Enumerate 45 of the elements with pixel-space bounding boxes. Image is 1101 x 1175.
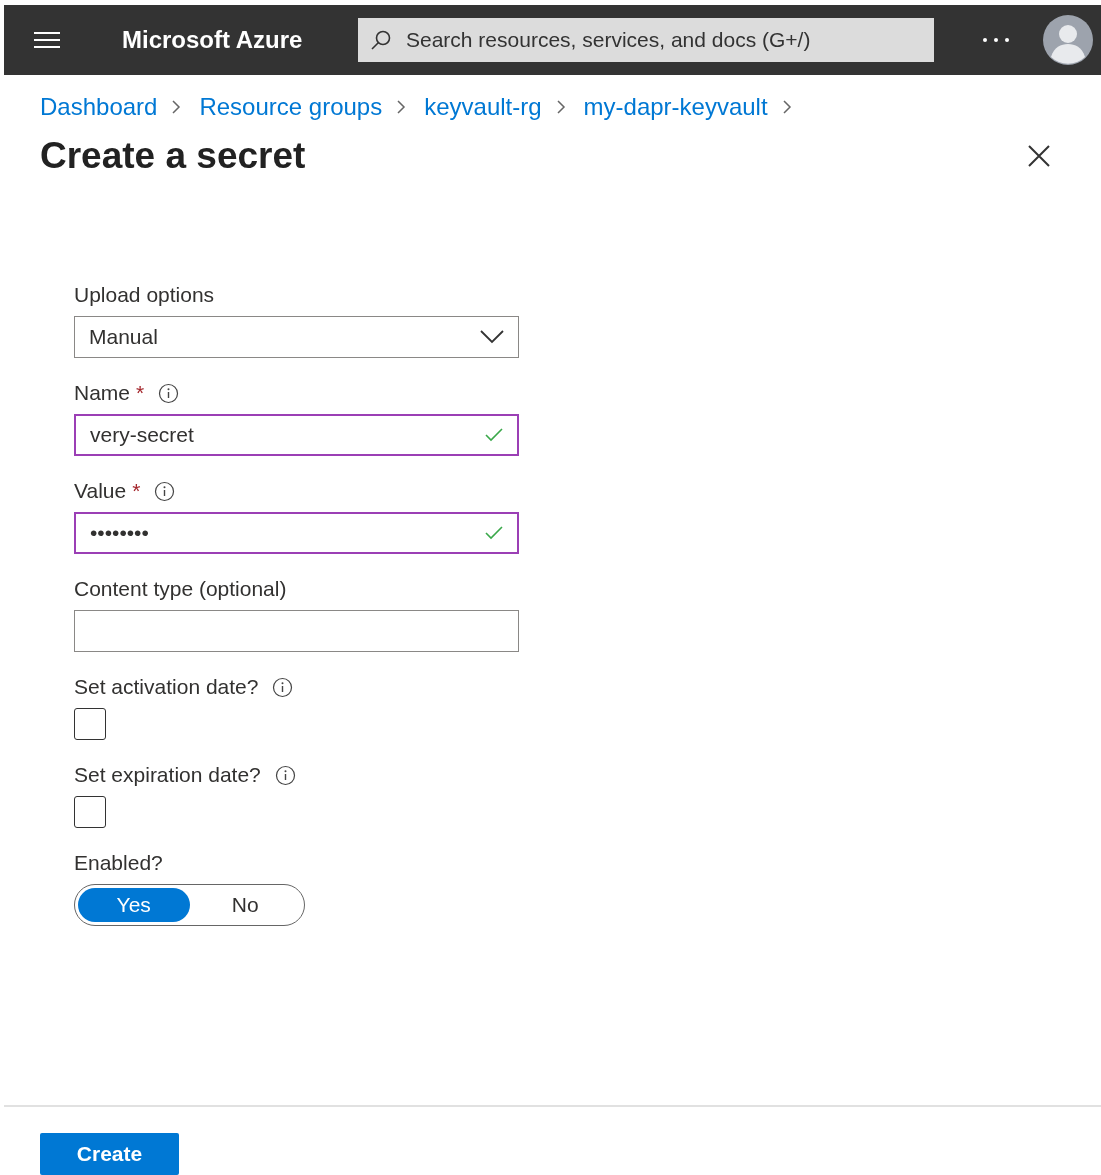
menu-icon[interactable] [34,31,60,49]
input-field[interactable]: very-secret [74,414,519,456]
more-icon[interactable] [982,37,1010,43]
app-title[interactable]: Microsoft Azure [122,26,358,54]
breadcrumb-link[interactable]: Dashboard [40,93,158,121]
dropdown[interactable]: Manual [74,316,519,358]
create-button[interactable]: Create [40,1133,179,1175]
avatar-icon[interactable] [1043,15,1093,65]
toggle-option[interactable]: No [189,888,301,922]
page-title: Create a secret [40,135,306,177]
field-label: Set expiration date? [74,763,261,787]
search-field[interactable]: Search resources, services, and docs (G+/) [358,18,934,62]
checkbox[interactable] [74,796,106,828]
required-mark: * [132,479,141,503]
field-label: Set activation date? [74,675,259,699]
chevron-down-icon [480,330,504,344]
field-value: •••••••• [90,521,149,545]
checkmark-icon [485,428,503,442]
info-icon[interactable] [154,480,176,502]
search-placeholder: Search resources, services, and docs (G+/) [406,28,811,52]
required-mark: * [136,381,145,405]
search-icon [370,29,392,51]
input-field[interactable] [74,610,519,652]
info-icon[interactable] [274,764,296,786]
field-label: Name [74,381,131,405]
breadcrumb-link[interactable]: keyvault-rg [424,93,542,121]
field-label: Upload options [74,283,215,307]
toggle-option[interactable]: Yes [78,888,190,922]
dropdown-value: Manual [89,325,158,349]
checkbox[interactable] [74,708,106,740]
field-value: very-secret [90,423,194,447]
input-field[interactable]: •••••••• [74,512,519,554]
breadcrumb-link[interactable]: Resource groups [199,93,383,121]
field-label: Content type (optional) [74,577,287,601]
breadcrumb-link[interactable]: my-dapr-keyvault [583,93,768,121]
info-icon[interactable] [272,676,294,698]
field-label: Value [74,479,127,503]
info-icon[interactable] [158,382,180,404]
chevron-icon [396,99,407,115]
close-icon[interactable] [1027,144,1051,168]
chevron-icon [781,99,792,115]
chevron-icon [171,99,182,115]
checkmark-icon [485,526,503,540]
field-label: Enabled? [74,851,163,875]
chevron-icon [555,99,566,115]
